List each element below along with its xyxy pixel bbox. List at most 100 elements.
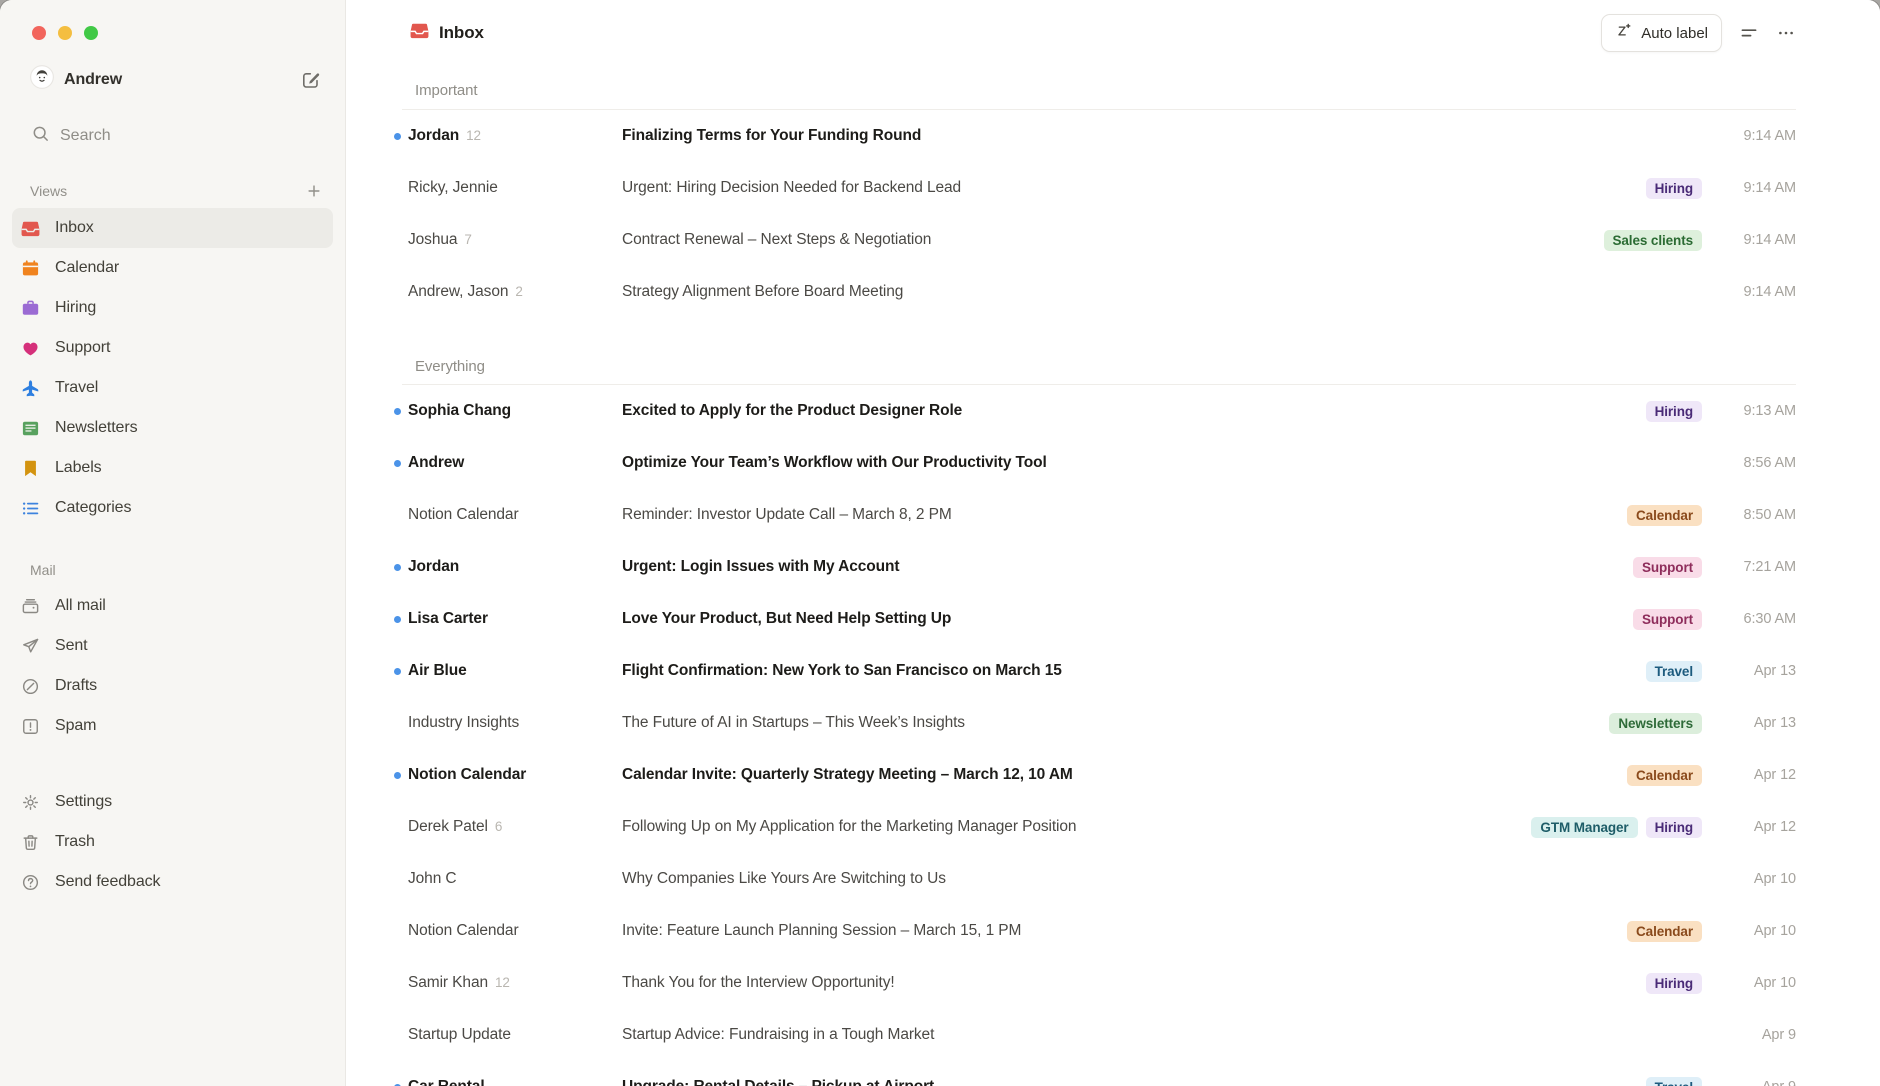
sidebar-item-support[interactable]: Support <box>12 328 333 368</box>
thread-count: 7 <box>464 232 471 247</box>
email-row[interactable]: JordanUrgent: Login Issues with My Accou… <box>346 541 1880 593</box>
email-time: 9:14 AM <box>1730 180 1796 196</box>
email-subject: Love Your Product, But Need Help Setting… <box>622 610 1633 628</box>
avatar <box>30 65 54 94</box>
label-badge[interactable]: Calendar <box>1627 921 1702 942</box>
thread-count: 2 <box>515 284 522 299</box>
email-time: Apr 12 <box>1730 819 1796 835</box>
email-row[interactable]: Joshua7Contract Renewal – Next Steps & N… <box>346 214 1880 266</box>
email-subject: Strategy Alignment Before Board Meeting <box>622 283 1730 301</box>
email-row[interactable]: Notion CalendarReminder: Investor Update… <box>346 489 1880 541</box>
email-subject: Invite: Feature Launch Planning Session … <box>622 922 1627 940</box>
compose-icon[interactable] <box>301 70 321 90</box>
label-badges: Travel <box>1646 1077 1702 1086</box>
label-badge[interactable]: Travel <box>1646 661 1702 682</box>
mail-section-label: Mail <box>30 562 323 578</box>
sidebar-item-drafts[interactable]: Drafts <box>12 666 333 706</box>
more-options-icon[interactable] <box>1776 23 1796 43</box>
zoom-button[interactable] <box>84 26 98 40</box>
email-row[interactable]: Jordan12Finalizing Terms for Your Fundin… <box>346 110 1880 162</box>
email-sender: Car Rental <box>408 1078 622 1086</box>
email-row[interactable]: Andrew, Jason2Strategy Alignment Before … <box>346 266 1880 318</box>
label-badge[interactable]: Hiring <box>1646 817 1702 838</box>
sidebar-item-settings[interactable]: Settings <box>12 782 333 822</box>
spam-icon <box>20 716 40 736</box>
sparkle-icon <box>1615 22 1633 44</box>
label-badge[interactable]: Sales clients <box>1604 230 1703 251</box>
sidebar-item-label: Trash <box>55 833 95 851</box>
email-subject: The Future of AI in Startups – This Week… <box>622 714 1609 732</box>
sidebar-item-categories[interactable]: Categories <box>12 488 333 528</box>
bookmark-icon <box>20 458 40 478</box>
email-row[interactable]: Derek Patel6Following Up on My Applicati… <box>346 801 1880 853</box>
email-sender: Lisa Carter <box>408 610 622 628</box>
email-row[interactable]: Notion CalendarInvite: Feature Launch Pl… <box>346 905 1880 957</box>
sidebar-item-trash[interactable]: Trash <box>12 822 333 862</box>
sidebar-item-newsletters[interactable]: Newsletters <box>12 408 333 448</box>
email-subject: Why Companies Like Yours Are Switching t… <box>622 870 1730 888</box>
email-row[interactable]: Sophia ChangExcited to Apply for the Pro… <box>346 385 1880 437</box>
email-sender: Joshua7 <box>408 231 622 249</box>
views-section-label: Views <box>30 182 323 200</box>
label-badge[interactable]: Travel <box>1646 1077 1702 1086</box>
sidebar-item-inbox[interactable]: Inbox <box>12 208 333 248</box>
email-row[interactable]: Samir Khan12Thank You for the Interview … <box>346 957 1880 1009</box>
email-row[interactable]: Industry InsightsThe Future of AI in Sta… <box>346 697 1880 749</box>
sidebar-item-label: Labels <box>55 459 102 477</box>
email-row[interactable]: AndrewOptimize Your Team’s Workflow with… <box>346 437 1880 489</box>
email-subject: Thank You for the Interview Opportunity! <box>622 974 1646 992</box>
traffic-lights <box>0 0 345 40</box>
auto-label-button[interactable]: Auto label <box>1601 14 1722 52</box>
email-sender: Ricky, Jennie <box>408 179 622 197</box>
email-row[interactable]: Lisa CarterLove Your Product, But Need H… <box>346 593 1880 645</box>
label-badge[interactable]: Hiring <box>1646 178 1702 199</box>
email-row[interactable]: Car RentalUpgrade: Rental Details – Pick… <box>346 1061 1880 1086</box>
footer-nav: Settings Trash Send feedback <box>0 782 345 902</box>
label-badge[interactable]: Support <box>1633 557 1702 578</box>
email-list: ImportantJordan12Finalizing Terms for Yo… <box>346 56 1880 1086</box>
label-badges: Travel <box>1646 661 1702 682</box>
email-subject: Optimize Your Team’s Workflow with Our P… <box>622 454 1730 472</box>
sidebar-item-all-mail[interactable]: All mail <box>12 586 333 626</box>
display-options-icon[interactable] <box>1739 23 1759 43</box>
sidebar-item-hiring[interactable]: Hiring <box>12 288 333 328</box>
mail-nav: All mail SentDraftsSpam <box>0 586 345 746</box>
label-badge[interactable]: Hiring <box>1646 401 1702 422</box>
sidebar-item-send-feedback[interactable]: Send feedback <box>12 862 333 902</box>
label-badge[interactable]: GTM Manager <box>1531 817 1637 838</box>
label-badge[interactable]: Calendar <box>1627 765 1702 786</box>
label-badge[interactable]: Hiring <box>1646 973 1702 994</box>
email-row[interactable]: John CWhy Companies Like Yours Are Switc… <box>346 853 1880 905</box>
label-badge[interactable]: Newsletters <box>1609 713 1702 734</box>
views-nav: Inbox CalendarHiringSupportTravelNewslett… <box>0 208 345 528</box>
label-badges: GTM Manager Hiring <box>1531 817 1702 838</box>
sidebar-item-label: Send feedback <box>55 873 160 891</box>
sidebar-item-label: Categories <box>55 499 131 517</box>
label-badge[interactable]: Support <box>1633 609 1702 630</box>
unread-dot <box>394 564 408 571</box>
add-view-button[interactable] <box>305 182 323 200</box>
label-badges: Hiring <box>1646 973 1702 994</box>
sidebar-item-travel[interactable]: Travel <box>12 368 333 408</box>
email-time: Apr 13 <box>1730 663 1796 679</box>
email-row[interactable]: Startup UpdateStartup Advice: Fundraisin… <box>346 1009 1880 1061</box>
email-row[interactable]: Air BlueFlight Confirmation: New York to… <box>346 645 1880 697</box>
plane-icon <box>20 378 40 398</box>
sidebar-item-spam[interactable]: Spam <box>12 706 333 746</box>
email-row[interactable]: Ricky, JennieUrgent: Hiring Decision Nee… <box>346 162 1880 214</box>
minimize-button[interactable] <box>58 26 72 40</box>
sidebar-item-calendar[interactable]: Calendar <box>12 248 333 288</box>
label-badge[interactable]: Calendar <box>1627 505 1702 526</box>
email-row[interactable]: Notion CalendarCalendar Invite: Quarterl… <box>346 749 1880 801</box>
search-input[interactable]: Search <box>31 124 321 148</box>
sidebar-item-label: Inbox <box>55 219 94 237</box>
thread-count: 6 <box>495 819 502 834</box>
email-time: Apr 10 <box>1730 923 1796 939</box>
email-sender: Jordan12 <box>408 127 622 145</box>
email-subject: Calendar Invite: Quarterly Strategy Meet… <box>622 766 1627 784</box>
sidebar-item-labels[interactable]: Labels <box>12 448 333 488</box>
sidebar-item-sent[interactable]: Sent <box>12 626 333 666</box>
close-button[interactable] <box>32 26 46 40</box>
email-subject: Urgent: Login Issues with My Account <box>622 558 1633 576</box>
sidebar-item-label: All mail <box>55 597 106 615</box>
